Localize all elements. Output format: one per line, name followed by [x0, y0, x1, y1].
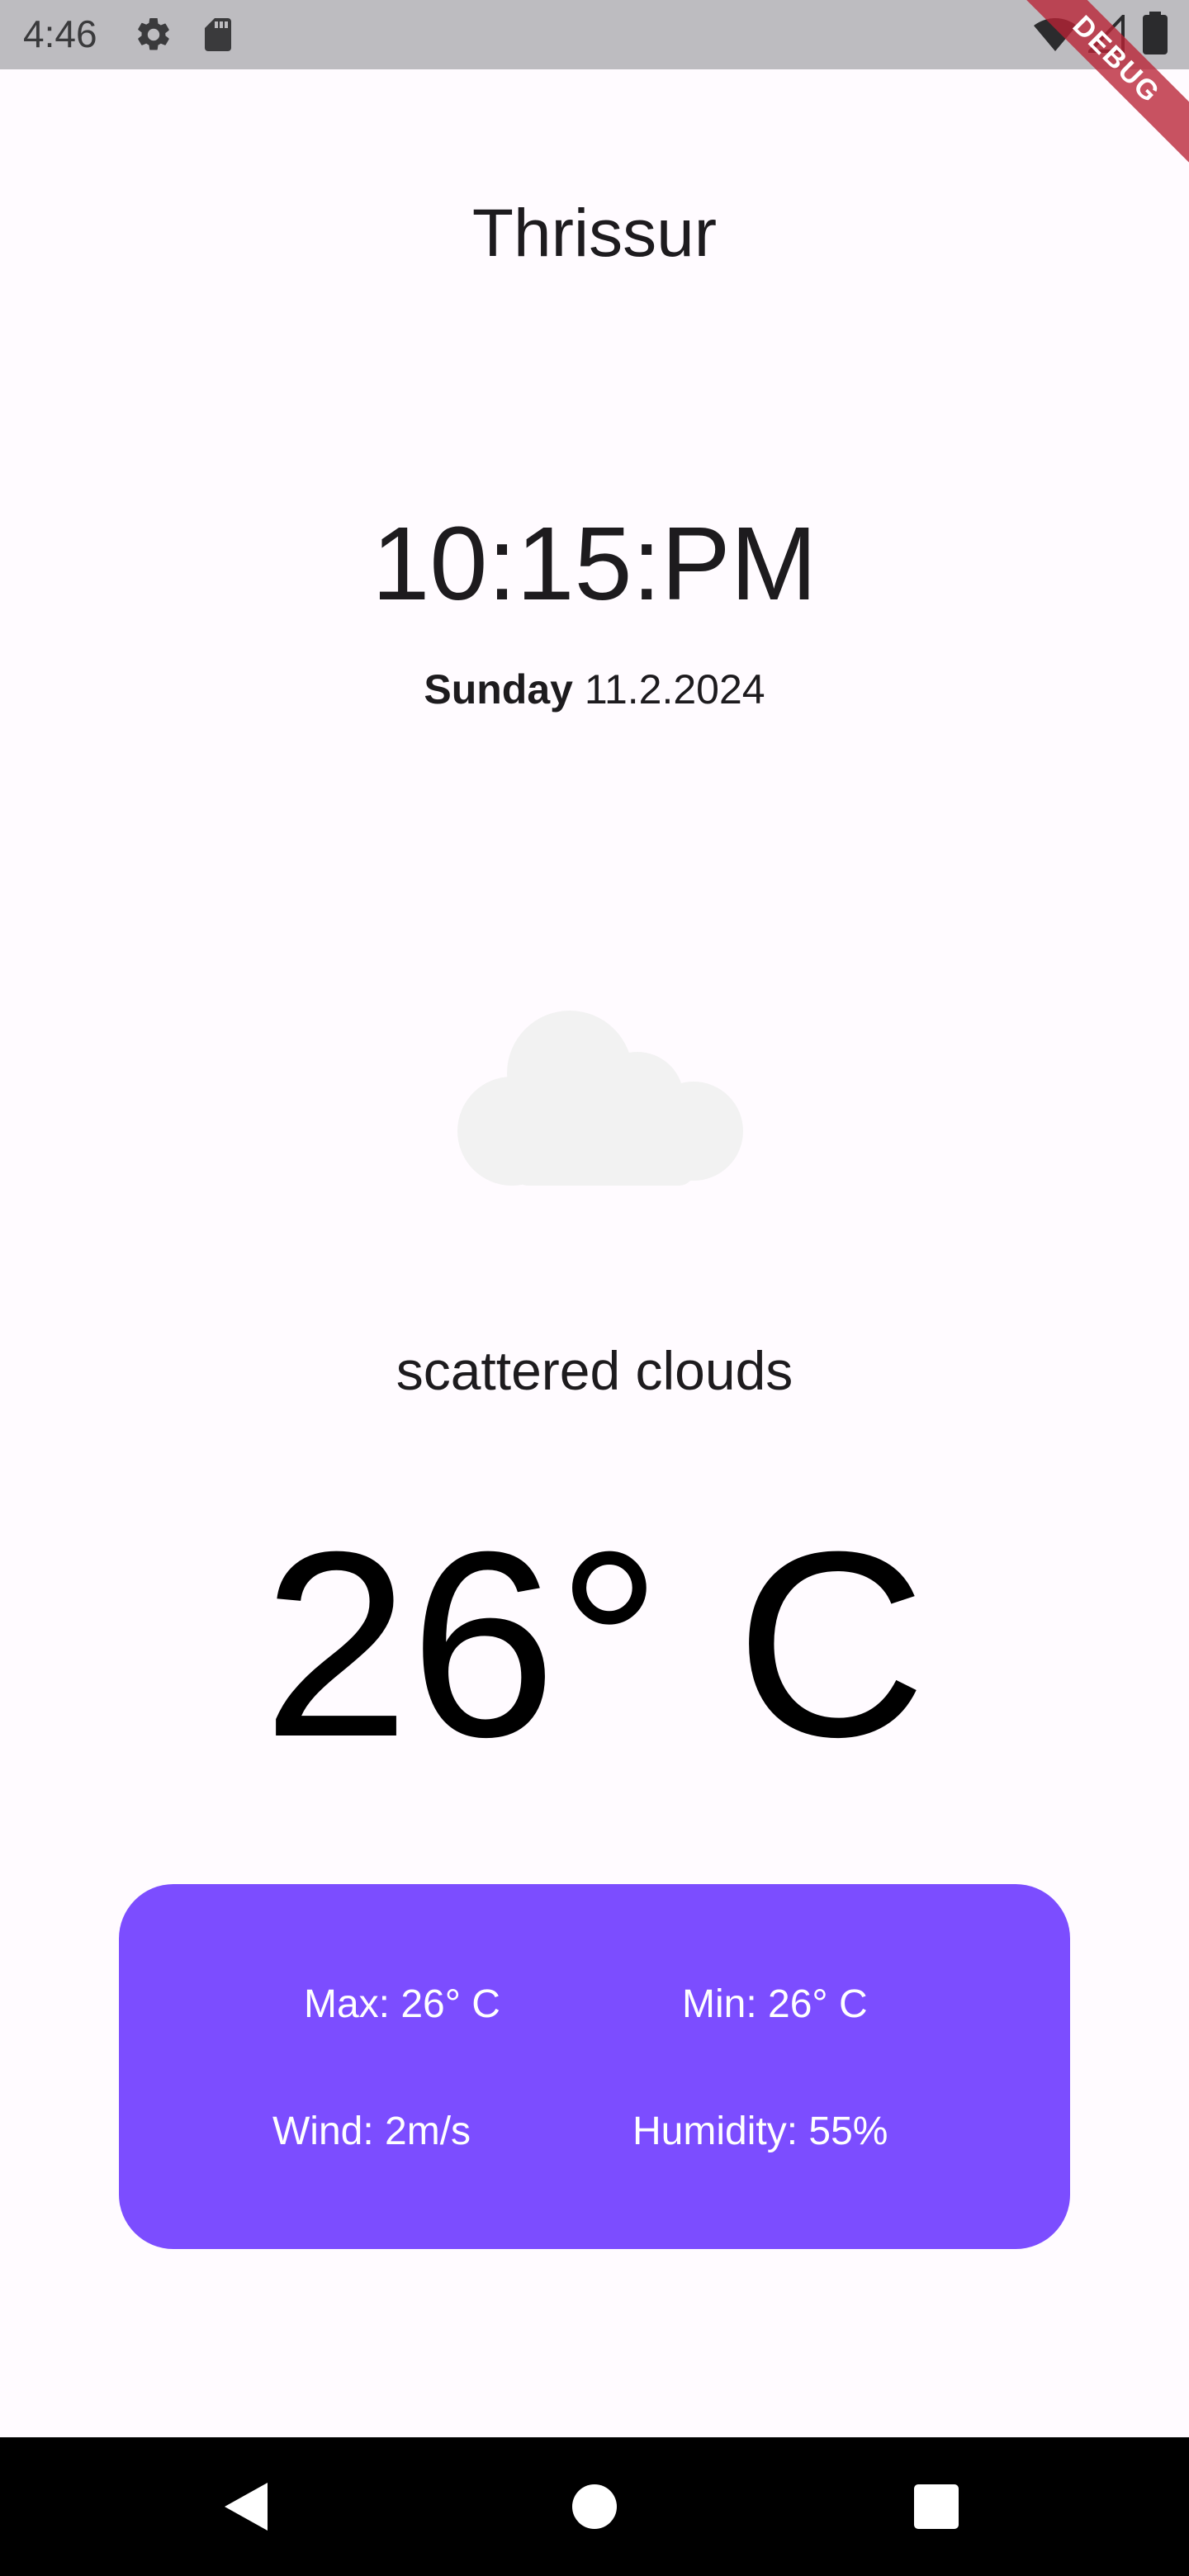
wifi-icon	[1034, 18, 1077, 51]
home-icon	[572, 2484, 617, 2529]
back-icon	[225, 2483, 268, 2531]
humidity: Humidity: 55%	[632, 2110, 888, 2153]
recents-button[interactable]	[854, 2437, 1019, 2576]
wind-speed: Wind: 2m/s	[272, 2110, 471, 2153]
current-time: 10:15:PM	[372, 505, 817, 622]
recents-icon	[914, 2484, 959, 2529]
status-time: 4:46	[23, 12, 97, 55]
max-temperature: Max: 26° C	[304, 1982, 500, 2026]
weather-details-card: Max: 26° C Min: 26° C Wind: 2m/s Humidit…	[119, 1884, 1070, 2249]
day-name: Sunday	[424, 666, 573, 713]
date-value: 11.2.2024	[584, 666, 765, 713]
date-line: Sunday 11.2.2024	[0, 665, 1189, 713]
cloud-icon	[457, 1011, 743, 1186]
app-screen: 4:46 DEBUG Thrissur 10:15:PM Sunday 11.2…	[0, 0, 1189, 2576]
signal-icon	[1088, 15, 1125, 53]
city-name: Thrissur	[471, 196, 718, 271]
temperature: 26° C	[263, 1496, 926, 1792]
gear-icon	[138, 17, 169, 50]
weather-description: scattered clouds	[396, 1340, 793, 1401]
back-button[interactable]	[165, 2437, 330, 2576]
sd-card-icon	[205, 18, 231, 51]
min-temperature: Min: 26° C	[682, 1982, 868, 2026]
navigation-bar	[0, 2437, 1189, 2576]
home-button[interactable]	[512, 2437, 677, 2576]
status-bar: 4:46	[0, 0, 1189, 69]
battery-icon	[1143, 12, 1168, 54]
